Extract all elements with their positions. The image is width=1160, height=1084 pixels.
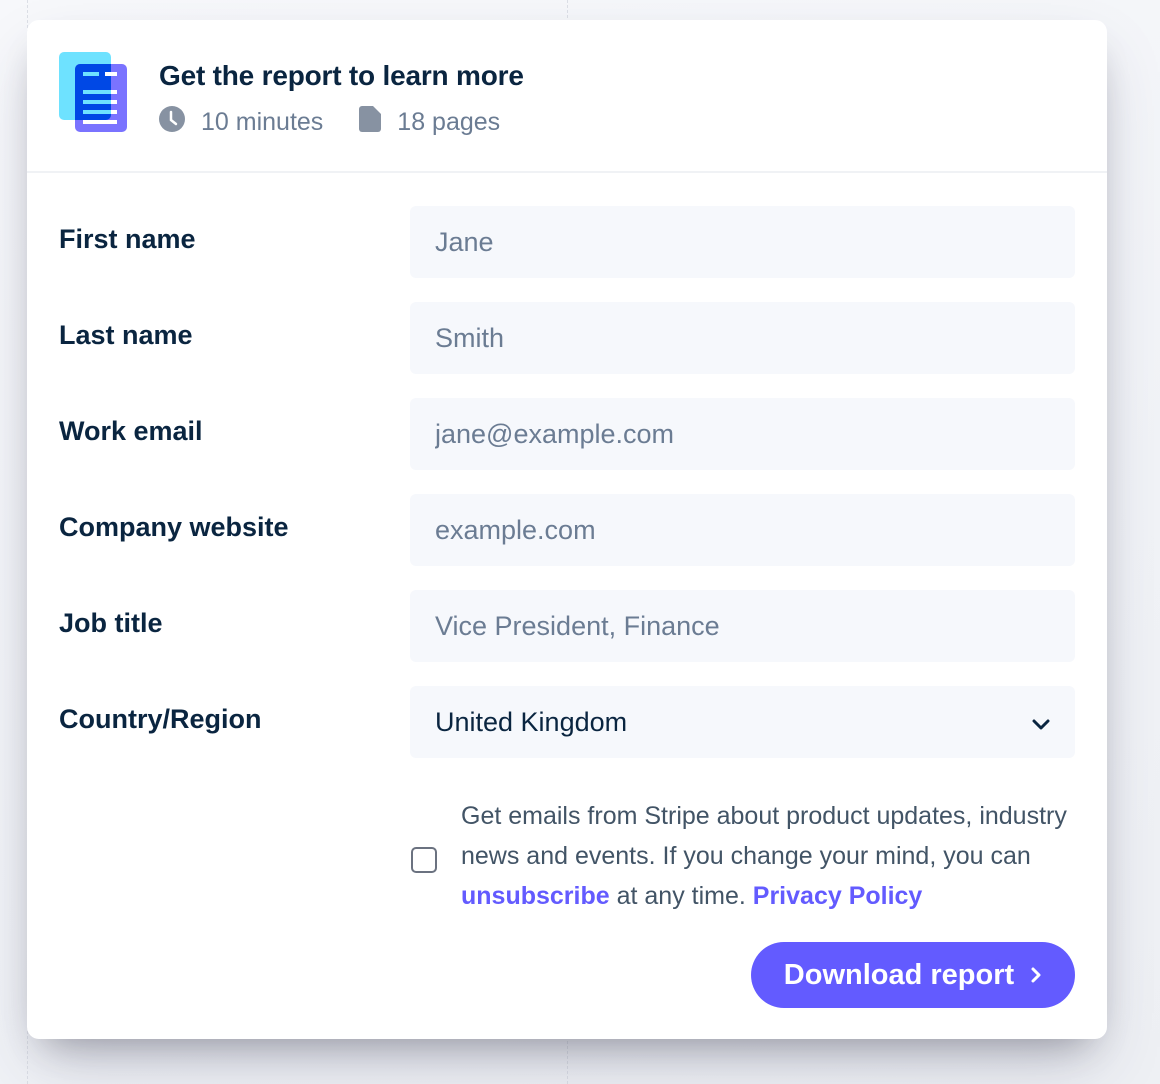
first-name-input[interactable] — [410, 206, 1075, 278]
company-website-row: Company website — [27, 494, 1107, 566]
privacy-policy-link[interactable]: Privacy Policy — [753, 882, 923, 910]
reading-time-text: 10 minutes — [201, 108, 324, 136]
country-row: Country/Region United Kingdom — [27, 686, 1107, 758]
last-name-label: Last name — [59, 320, 193, 350]
clock-icon — [159, 106, 201, 139]
country-selected-value: United Kingdom — [435, 706, 628, 737]
last-name-input[interactable] — [410, 302, 1075, 374]
card-title: Get the report to learn more — [159, 60, 524, 91]
company-website-label: Company website — [59, 512, 289, 542]
card-header: Get the report to learn more 10 minutes … — [27, 20, 1107, 173]
download-report-label: Download report — [783, 958, 1015, 991]
reading-time: 10 minutes — [159, 106, 323, 139]
chevron-down-icon — [1032, 707, 1050, 738]
work-email-input[interactable] — [410, 398, 1075, 470]
report-meta: 10 minutes 18 pages — [159, 106, 536, 139]
last-name-row: Last name — [27, 302, 1107, 374]
company-website-input[interactable] — [410, 494, 1075, 566]
work-email-label: Work email — [59, 416, 203, 446]
page-count: 18 pages — [359, 106, 500, 139]
download-report-button[interactable]: Download report — [751, 942, 1075, 1008]
chevron-right-icon — [1014, 959, 1042, 992]
country-select[interactable]: United Kingdom — [410, 686, 1075, 758]
consent-checkbox[interactable] — [411, 847, 437, 873]
consent-text-end: at any time. — [609, 882, 753, 910]
job-title-input[interactable] — [410, 590, 1075, 662]
first-name-row: First name — [27, 206, 1107, 278]
first-name-label: First name — [59, 224, 196, 254]
job-title-label: Job title — [59, 608, 163, 638]
consent-text-start: Get emails from Stripe about product upd… — [461, 802, 1067, 870]
country-label: Country/Region — [59, 704, 262, 734]
consent-text: Get emails from Stripe about product upd… — [461, 796, 1081, 916]
job-title-row: Job title — [27, 590, 1107, 662]
work-email-row: Work email — [27, 398, 1107, 470]
document-icon — [59, 52, 127, 132]
unsubscribe-link[interactable]: unsubscribe — [461, 882, 610, 910]
file-icon — [359, 106, 397, 139]
page-count-text: 18 pages — [397, 108, 501, 136]
report-form-card: Get the report to learn more 10 minutes … — [27, 20, 1107, 1039]
